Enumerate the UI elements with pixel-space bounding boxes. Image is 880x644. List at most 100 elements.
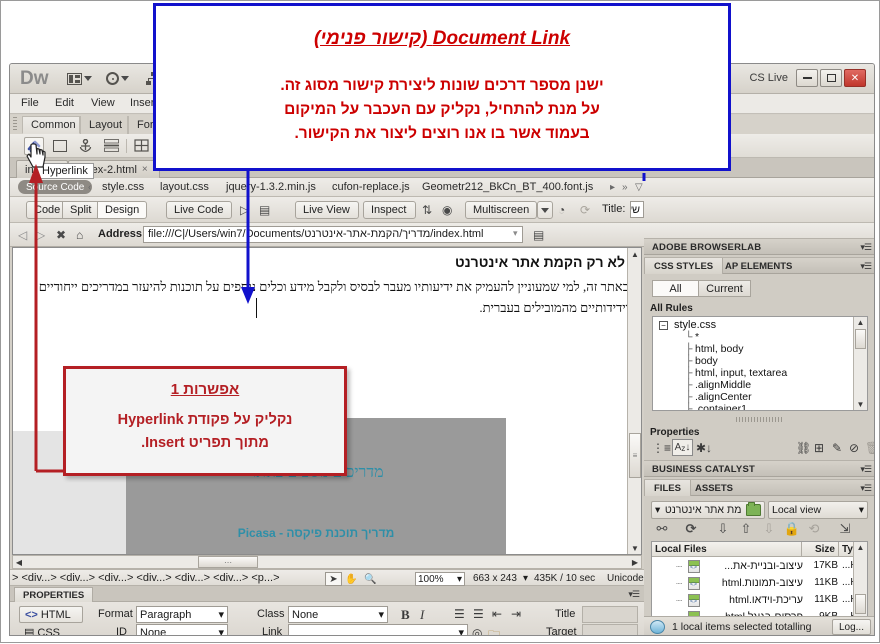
panel-resize-grip[interactable] — [736, 417, 784, 422]
scroll-down-icon[interactable]: ▼ — [854, 399, 867, 410]
italic-button[interactable]: I — [420, 607, 424, 623]
named-anchor-icon[interactable] — [76, 137, 96, 155]
panel-menu-icon[interactable]: ▾☰ — [860, 242, 872, 253]
canvas-horizontal-scrollbar[interactable]: ◀ ▶ ⋯ — [12, 555, 642, 569]
id-select[interactable]: None ▾ — [136, 624, 228, 635]
get-files-icon[interactable]: ⇩ — [714, 521, 732, 537]
scroll-up-icon[interactable]: ▲ — [628, 248, 641, 260]
delete-icon[interactable]: 🗑 — [865, 441, 874, 455]
css-rules-list[interactable]: − style.css └ * ├ html, body ├ body ├ ht… — [652, 316, 868, 411]
file-management-icon[interactable]: ▤ — [533, 227, 544, 243]
set-properties-icon[interactable]: ✱↓ — [696, 441, 712, 455]
view-design-button[interactable]: Design — [98, 201, 147, 219]
address-input[interactable]: file:///C|/Users/win7/Documents/מדריך/הק… — [143, 226, 523, 243]
canvas-hscroll-thumb[interactable]: ⋯ — [198, 556, 258, 568]
disable-icon[interactable]: ⊘ — [849, 441, 859, 455]
visual-aids-icon[interactable]: ◔ — [558, 202, 565, 218]
html-properties-button[interactable]: <> HTML — [19, 606, 83, 623]
class-select[interactable]: None ▾ — [288, 606, 388, 623]
synchronize-icon[interactable]: ⟲ — [805, 521, 823, 537]
table-row[interactable]: ┈ עריכת-וידאו.html 11KB ...H — [652, 592, 867, 609]
category-view-icon[interactable]: ⋮≡ — [652, 441, 671, 455]
outdent-icon[interactable]: ⇤ — [492, 607, 502, 621]
bold-button[interactable]: B — [401, 607, 410, 623]
filter-icon[interactable]: ▽ — [635, 182, 643, 193]
ordered-list-icon[interactable]: ☰ — [473, 607, 484, 621]
css-rule-item[interactable]: html, input, textarea — [695, 367, 787, 379]
point-to-file-icon[interactable]: ◎ — [472, 626, 482, 635]
preview-in-browser-icon[interactable]: ◉ — [442, 202, 452, 218]
close-button[interactable]: ✕ — [844, 69, 866, 87]
unordered-list-icon[interactable]: ☰ — [454, 607, 465, 621]
az-sort-icon[interactable]: Az ↓ — [672, 439, 693, 456]
css-rule-item[interactable]: .alignMiddle — [695, 379, 751, 391]
check-in-icon[interactable]: 🔒 — [783, 521, 801, 537]
link-input[interactable]: ▾ — [288, 624, 468, 635]
log-button[interactable]: Log... — [831, 619, 871, 635]
email-link-icon[interactable] — [50, 137, 70, 155]
indent-icon[interactable]: ⇥ — [511, 607, 521, 621]
panel-menu-icon[interactable]: ▾☰ — [860, 483, 872, 494]
column-local-files[interactable]: Local Files — [652, 542, 802, 557]
minimize-button[interactable] — [796, 69, 818, 87]
scroll-right-icon[interactable]: ▶ — [629, 556, 641, 568]
format-select[interactable]: Paragraph ▾ — [136, 606, 228, 623]
css-properties-button[interactable]: ▤ CSS — [19, 624, 83, 636]
link-icon[interactable]: ⛓ — [796, 441, 811, 455]
scroll-up-icon[interactable]: ▲ — [854, 542, 867, 553]
scroll-down-icon[interactable]: ▼ — [628, 542, 641, 554]
properties-panel-menu-icon[interactable]: ▾☰ — [628, 589, 640, 600]
menu-edit[interactable]: Edit — [50, 97, 79, 109]
rules-scroll-thumb[interactable] — [855, 329, 866, 349]
inspect-mode-icon[interactable]: ▷ — [240, 202, 249, 218]
more-files-icon[interactable]: » — [622, 182, 628, 193]
tab-files[interactable]: FILES — [644, 480, 691, 496]
browser-navigation-icon[interactable]: ⇅ — [422, 202, 432, 218]
forward-icon[interactable]: ▷ — [36, 228, 45, 242]
related-file-geometr[interactable]: Geometr212_BkCn_BT_400.font.js — [422, 181, 593, 193]
css-rule-item[interactable]: body — [695, 355, 718, 367]
business-catalyst-panel-header[interactable]: BUSINESS CATALYST ▾☰ — [644, 460, 874, 477]
table-row[interactable]: ┈ עיצוב-תמונות.html 11KB ...H — [652, 575, 867, 592]
css-rule-root[interactable]: style.css — [674, 319, 716, 331]
related-file-style-css[interactable]: style.css — [102, 181, 144, 193]
multiscreen-button[interactable]: Multiscreen — [465, 201, 537, 219]
filter-current-button[interactable]: Current — [699, 280, 751, 297]
extend-settings-icon[interactable] — [106, 70, 129, 87]
back-icon[interactable]: ◁ — [18, 228, 27, 242]
canvas-vertical-scrollbar[interactable]: ▲ ▼ ≡ — [627, 248, 641, 554]
connect-icon[interactable]: ⚯ — [653, 521, 671, 537]
source-code-button[interactable]: Source Code — [18, 180, 93, 194]
window-size-value[interactable]: 663 x 243 — [473, 573, 517, 584]
scroll-up-icon[interactable]: ▲ — [854, 317, 867, 328]
files-scroll-thumb[interactable] — [855, 594, 866, 614]
live-view-button[interactable]: Live View — [295, 201, 359, 219]
css-rule-item[interactable]: .alignCenter — [695, 391, 752, 403]
tab-properties[interactable]: PROPERTIES — [14, 587, 94, 602]
site-select[interactable]: מת אתר אינטרנט ▾ — [651, 501, 765, 519]
tab-ap-elements[interactable]: AP ELEMENTS — [716, 258, 801, 274]
maximize-button[interactable] — [820, 69, 842, 87]
cs-live-label[interactable]: CS Live — [749, 72, 788, 84]
refresh-icon[interactable]: ⟳ — [682, 521, 700, 537]
gray-block-link[interactable]: מדריך תוכנת פיקסה - Picasa — [126, 526, 506, 540]
related-file-jquery[interactable]: jquery-1.3.2.min.js — [226, 181, 316, 193]
panel-menu-icon[interactable]: ▾☰ — [860, 464, 872, 475]
panel-menu-icon[interactable]: ▾☰ — [860, 261, 872, 272]
filter-all-button[interactable]: All — [652, 280, 699, 297]
tag-selector[interactable]: > <div...> <div...> <div...> <div...> <d… — [12, 572, 280, 584]
menu-view[interactable]: View — [86, 97, 120, 109]
menu-file[interactable]: File — [16, 97, 44, 109]
chevron-left-icon[interactable]: ‹ — [88, 182, 91, 193]
horizontal-rule-icon[interactable] — [102, 137, 122, 155]
window-size-dropdown-icon[interactable]: ▾ — [523, 573, 528, 584]
multiscreen-dropdown-button[interactable] — [537, 201, 553, 219]
tab-assets[interactable]: ASSETS — [686, 480, 742, 496]
view-mode-select[interactable]: Local view ▾ — [768, 501, 868, 519]
css-rule-item[interactable]: .container1 — [695, 403, 747, 410]
column-size[interactable]: Size — [802, 542, 839, 557]
close-icon[interactable]: × — [142, 164, 148, 175]
tab-common[interactable]: Common — [22, 116, 80, 134]
table-icon[interactable] — [132, 137, 152, 155]
expand-icon[interactable]: ⇲ — [836, 521, 854, 537]
